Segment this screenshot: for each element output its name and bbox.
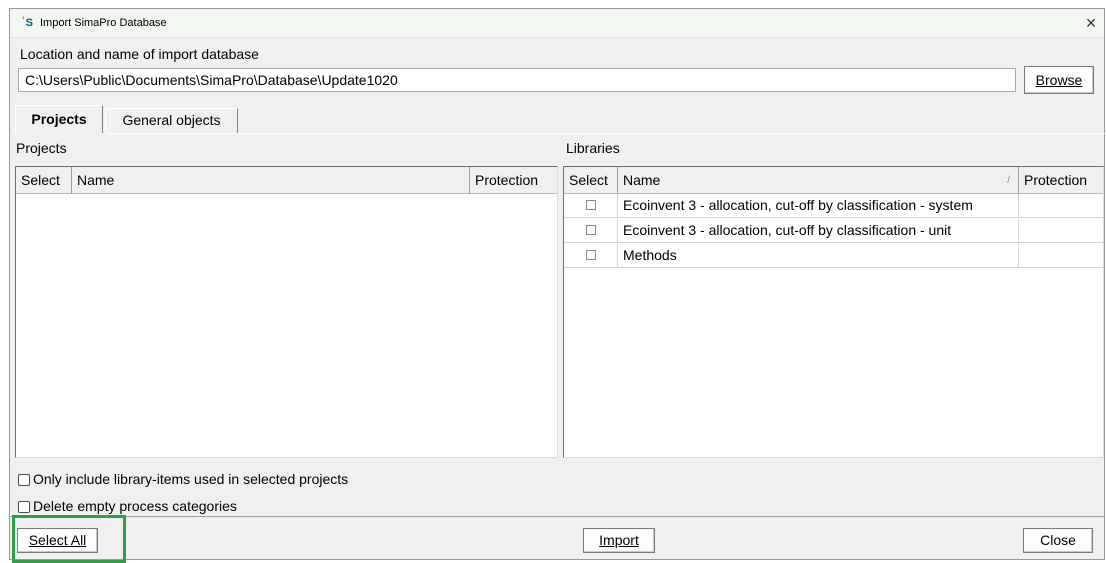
libraries-col-name[interactable]: Name / xyxy=(618,167,1019,194)
library-name: Methods xyxy=(618,244,1019,268)
import-button[interactable]: Import xyxy=(583,528,655,553)
only-library-items-option[interactable]: Only include library-items used in selec… xyxy=(18,470,348,488)
library-checkbox[interactable] xyxy=(586,225,596,235)
libraries-grid-header: Select Name / Protection xyxy=(564,167,1103,194)
only-library-items-label: Only include library-items used in selec… xyxy=(33,471,349,487)
simapro-logo-icon: 'S xyxy=(22,15,33,29)
only-library-items-checkbox[interactable] xyxy=(18,474,30,486)
library-row[interactable]: Ecoinvent 3 - allocation, cut-off by cla… xyxy=(564,194,1103,218)
browse-button-label: Browse xyxy=(1035,72,1083,88)
libraries-col-select[interactable]: Select xyxy=(564,167,618,194)
library-protection xyxy=(1019,244,1103,268)
select-all-label: Select All xyxy=(28,532,87,548)
library-protection xyxy=(1019,194,1103,218)
sort-indicator-icon: / xyxy=(1007,175,1010,186)
tab-projects[interactable]: Projects xyxy=(15,105,103,133)
title-bar: 'S Import SimaPro Database × xyxy=(10,9,1104,38)
footer-divider xyxy=(10,516,1104,517)
library-checkbox[interactable] xyxy=(586,250,596,260)
projects-col-select[interactable]: Select xyxy=(16,167,72,194)
library-select-cell xyxy=(564,194,618,218)
library-select-cell xyxy=(564,244,618,268)
delete-empty-checkbox[interactable] xyxy=(18,501,30,513)
tab-strip: Projects General objects xyxy=(15,105,245,134)
tab-general-objects[interactable]: General objects xyxy=(105,108,238,133)
libraries-heading: Libraries xyxy=(566,140,620,156)
library-select-cell xyxy=(564,219,618,243)
select-all-button[interactable]: Select All xyxy=(17,528,98,553)
window-title: Import SimaPro Database xyxy=(40,17,167,29)
projects-col-protection[interactable]: Protection xyxy=(470,167,557,194)
libraries-col-protection[interactable]: Protection xyxy=(1019,167,1103,194)
library-checkbox[interactable] xyxy=(586,200,596,210)
library-name: Ecoinvent 3 - allocation, cut-off by cla… xyxy=(618,194,1019,218)
browse-button[interactable]: Browse xyxy=(1024,66,1094,94)
libraries-col-name-label: Name xyxy=(623,172,661,188)
delete-empty-label: Delete empty process categories xyxy=(33,498,237,514)
import-dialog: 'S Import SimaPro Database × Location an… xyxy=(9,8,1106,563)
import-label: Import xyxy=(599,532,639,548)
library-row[interactable]: Methods xyxy=(564,244,1103,268)
close-icon[interactable]: × xyxy=(1080,12,1102,34)
library-row[interactable]: Ecoinvent 3 - allocation, cut-off by cla… xyxy=(564,219,1103,243)
libraries-grid[interactable]: Select Name / Protection Ecoinvent 3 - a… xyxy=(563,166,1104,458)
projects-grid[interactable]: Select Name Protection xyxy=(15,166,558,458)
location-label: Location and name of import database xyxy=(20,46,259,62)
delete-empty-option[interactable]: Delete empty process categories xyxy=(18,497,237,515)
library-name: Ecoinvent 3 - allocation, cut-off by cla… xyxy=(618,219,1019,243)
close-button[interactable]: Close xyxy=(1023,528,1093,553)
close-label: Close xyxy=(1040,532,1076,548)
projects-col-name[interactable]: Name xyxy=(72,167,470,194)
projects-heading: Projects xyxy=(16,140,67,156)
projects-grid-header: Select Name Protection xyxy=(16,167,557,194)
database-path-field[interactable]: C:\Users\Public\Documents\SimaPro\Databa… xyxy=(18,68,1016,92)
library-protection xyxy=(1019,219,1103,243)
tab-divider xyxy=(106,133,1106,134)
